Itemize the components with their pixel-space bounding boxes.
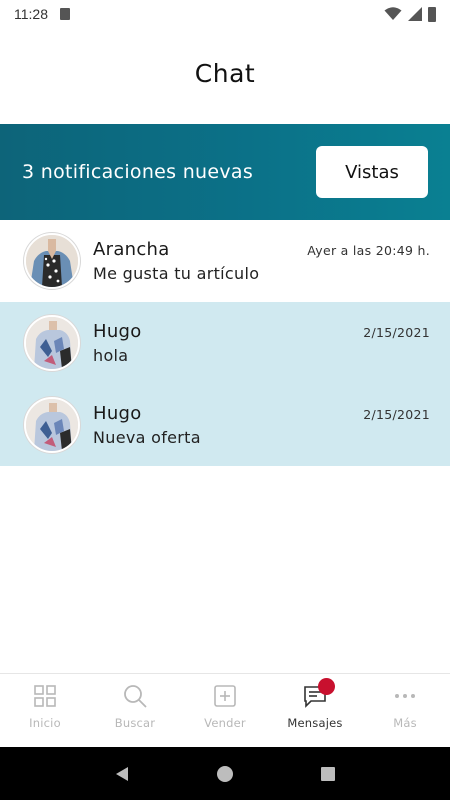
chat-list: Arancha Ayer a las 20:49 h. Me gusta tu …: [0, 220, 450, 466]
nav-item-inicio[interactable]: Inicio: [0, 674, 90, 747]
nav-item-buscar[interactable]: Buscar: [90, 674, 180, 747]
battery-icon: [428, 6, 436, 22]
nav-label: Vender: [204, 716, 246, 730]
chat-row-top: Hugo 2/15/2021: [93, 321, 430, 342]
page-title: Chat: [194, 58, 256, 88]
notification-count-text: 3 notificaciones nuevas: [22, 161, 254, 183]
chat-body: Hugo 2/15/2021 Nueva oferta: [93, 403, 430, 447]
chat-preview: Me gusta tu artículo: [93, 264, 260, 283]
status-icons: [384, 6, 436, 22]
nav-item-mensajes[interactable]: Mensajes: [270, 674, 360, 747]
nav-item-mas[interactable]: Más: [360, 674, 450, 747]
wifi-icon: [384, 7, 402, 20]
status-bar: 11:28: [0, 0, 450, 28]
chat-timestamp: 2/15/2021: [363, 325, 430, 340]
more-dots-icon: [395, 694, 415, 698]
sd-card-icon: [60, 8, 70, 20]
back-icon[interactable]: [113, 765, 131, 783]
chat-body: Hugo 2/15/2021 hola: [93, 321, 430, 365]
avatar: [24, 397, 80, 453]
chat-preview: hola: [93, 346, 129, 365]
chat-row-top: Arancha Ayer a las 20:49 h.: [93, 239, 430, 260]
nav-label: Buscar: [114, 716, 156, 730]
add-box-icon: [214, 685, 236, 707]
chat-item[interactable]: Hugo 2/15/2021 hola: [0, 302, 450, 384]
recents-icon[interactable]: [319, 765, 337, 783]
search-icon: [124, 685, 147, 708]
chat-contact-name: Arancha: [93, 239, 170, 260]
chat-contact-name: Hugo: [93, 321, 142, 342]
system-nav-bar: [0, 747, 450, 800]
status-time: 11:28: [14, 6, 48, 22]
chat-preview: Nueva oferta: [93, 428, 201, 447]
nav-label: Inicio: [29, 716, 61, 730]
chat-item[interactable]: Hugo 2/15/2021 Nueva oferta: [0, 384, 450, 466]
notification-banner: 3 notificaciones nuevas Vistas: [0, 124, 450, 220]
grid-icon: [34, 685, 56, 707]
chat-timestamp: Ayer a las 20:49 h.: [307, 243, 430, 258]
avatar: [24, 315, 80, 371]
avatar: [24, 233, 80, 289]
chat-timestamp: 2/15/2021: [363, 407, 430, 422]
home-icon[interactable]: [216, 765, 234, 783]
nav-label: Más: [393, 716, 417, 730]
page-header: Chat: [0, 28, 450, 124]
nav-label: Mensajes: [287, 716, 343, 730]
chat-body: Arancha Ayer a las 20:49 h. Me gusta tu …: [93, 239, 430, 283]
signal-icon: [408, 7, 422, 21]
bottom-nav: Inicio Buscar Vender Mensajes Más: [0, 673, 450, 747]
unread-badge: [318, 678, 335, 695]
mark-seen-button[interactable]: Vistas: [316, 146, 428, 198]
chat-row-top: Hugo 2/15/2021: [93, 403, 430, 424]
chat-contact-name: Hugo: [93, 403, 142, 424]
chat-item[interactable]: Arancha Ayer a las 20:49 h. Me gusta tu …: [0, 220, 450, 302]
nav-item-vender[interactable]: Vender: [180, 674, 270, 747]
